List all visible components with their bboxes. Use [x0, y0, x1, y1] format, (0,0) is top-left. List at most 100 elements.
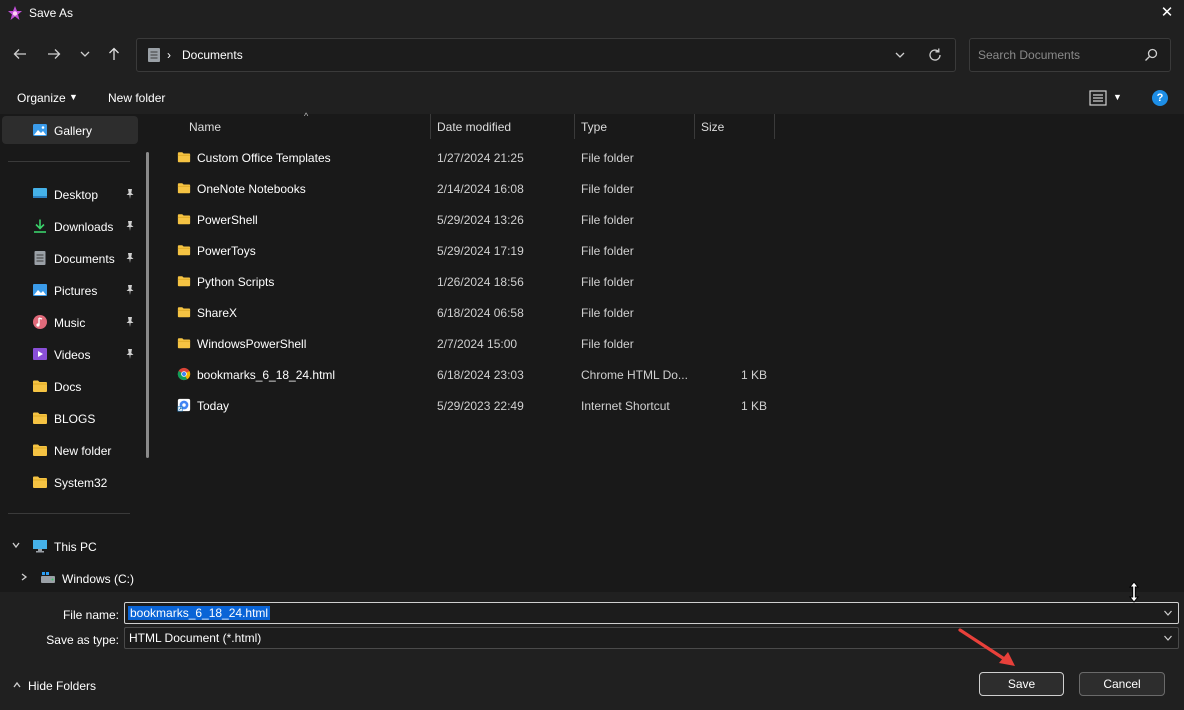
pin-icon[interactable] [124, 316, 136, 328]
sidebar-item-label: Videos [54, 348, 91, 362]
sidebar-item-windows-c[interactable]: Windows (C:) [0, 564, 150, 592]
file-type: File folder [581, 213, 634, 227]
downloads-icon [34, 219, 46, 233]
expand-chevron-icon[interactable] [19, 572, 29, 585]
pin-icon[interactable] [124, 252, 136, 264]
address-history-chevron-icon[interactable] [892, 47, 908, 63]
window-title: Save As [29, 6, 74, 20]
sidebar-item-this-pc[interactable]: This PC [0, 532, 150, 560]
file-name-field[interactable]: bookmarks_6_18_24.html [124, 602, 1179, 624]
column-divider[interactable] [774, 114, 775, 139]
save-type-value: HTML Document (*.html) [129, 631, 262, 645]
file-row[interactable]: bookmarks_6_18_24.html 6/18/2024 23:03 Chr… [158, 360, 778, 391]
column-header-size[interactable]: Size [695, 114, 774, 140]
file-row[interactable]: ShareX 6/18/2024 06:58 File folder [158, 298, 778, 329]
column-label: Name [189, 120, 222, 134]
hide-folders-button[interactable]: Hide Folders [12, 679, 96, 693]
drive-icon [41, 572, 55, 583]
sidebar-item-documents[interactable]: Documents [0, 244, 150, 272]
column-header-date[interactable]: Date modified [431, 114, 574, 140]
search-input[interactable]: Search Documents [969, 38, 1171, 72]
sidebar-item-system32[interactable]: System32 [0, 468, 150, 496]
app-icon [8, 6, 22, 20]
sidebar-item-desktop[interactable]: Desktop [0, 180, 150, 208]
file-type: Chrome HTML Do... [581, 368, 688, 382]
sidebar-item-label: Gallery [54, 124, 93, 138]
back-button[interactable] [8, 42, 32, 66]
file-row[interactable]: WindowsPowerShell 2/7/2024 15:00 File fold… [158, 329, 778, 360]
file-type: File folder [581, 275, 634, 289]
sidebar-item-label: Pictures [54, 284, 98, 298]
search-icon [1145, 48, 1158, 61]
document-icon [148, 48, 160, 62]
chevron-down-icon[interactable] [1163, 608, 1173, 618]
folder-icon [177, 307, 191, 318]
divider [8, 161, 130, 162]
file-type: File folder [581, 337, 634, 351]
file-name: PowerShell [197, 213, 258, 227]
arrow-up-icon [109, 47, 119, 60]
expand-chevron-icon[interactable] [11, 540, 21, 553]
file-row[interactable]: Custom Office Templates 1/27/2024 21:25 Fi… [158, 143, 778, 174]
sidebar-item-label: Downloads [54, 220, 114, 234]
file-row[interactable]: Python Scripts 1/26/2024 18:56 File folder [158, 267, 778, 298]
divider [8, 513, 130, 514]
sidebar-item-label: This PC [54, 540, 97, 554]
sidebar-item-pictures[interactable]: Pictures [0, 276, 150, 304]
chevron-down-icon [80, 51, 90, 57]
breadcrumb-separator: › [167, 48, 171, 62]
sidebar-item-blogs[interactable]: BLOGS [0, 404, 150, 432]
cancel-button[interactable]: Cancel [1079, 672, 1165, 696]
sidebar-item-downloads[interactable]: Downloads [0, 212, 150, 240]
pin-icon[interactable] [124, 188, 136, 200]
search-placeholder: Search Documents [978, 48, 1081, 62]
sidebar-item-music[interactable]: Music [0, 308, 150, 336]
sidebar-item-label: Documents [54, 252, 115, 266]
breadcrumb-documents[interactable]: Documents [182, 48, 243, 62]
this-pc-icon [33, 540, 47, 553]
file-name-label: File name: [62, 608, 119, 622]
file-date: 5/29/2023 22:49 [437, 399, 524, 413]
forward-button[interactable] [42, 42, 66, 66]
pin-icon[interactable] [124, 220, 136, 232]
file-list: ^ Name Date modified Type Size Custom Of… [158, 111, 1184, 592]
help-icon[interactable]: ? [1152, 90, 1168, 106]
file-type: File folder [581, 151, 634, 165]
folder-icon [33, 380, 47, 392]
command-bar: Organize ▼ New folder ▼ ? [0, 84, 1184, 114]
file-row[interactable]: PowerShell 5/29/2024 13:26 File folder [158, 205, 778, 236]
pin-icon[interactable] [124, 348, 136, 360]
sidebar-item-gallery[interactable]: Gallery [2, 116, 138, 144]
refresh-icon[interactable] [927, 47, 943, 63]
file-name: WindowsPowerShell [197, 337, 307, 351]
chevron-down-icon[interactable] [1163, 633, 1173, 643]
column-header-name[interactable]: ^ Name [158, 111, 430, 140]
sidebar-scrollbar[interactable] [146, 152, 149, 458]
sidebar-item-videos[interactable]: Videos [0, 340, 150, 368]
file-name-value[interactable]: bookmarks_6_18_24.html [128, 606, 271, 620]
file-name: ShareX [197, 306, 238, 320]
up-button[interactable] [102, 42, 126, 66]
file-row[interactable]: OneNote Notebooks 2/14/2024 16:08 File fol… [158, 174, 778, 205]
column-header-type[interactable]: Type [575, 114, 694, 140]
close-button[interactable]: ✕ [1158, 4, 1176, 22]
organize-button[interactable]: Organize [17, 91, 66, 105]
folder-icon [177, 276, 191, 287]
view-options-icon[interactable] [1089, 90, 1107, 106]
folder-icon [177, 183, 191, 194]
file-row[interactable]: Today 5/29/2023 22:49 Internet Shortcut 1 K… [158, 391, 778, 422]
save-button[interactable]: Save [979, 672, 1064, 696]
file-date: 1/26/2024 18:56 [437, 275, 524, 289]
sidebar-item-new-folder[interactable]: New folder [0, 436, 150, 464]
hide-folders-label: Hide Folders [28, 679, 97, 693]
file-date: 1/27/2024 21:25 [437, 151, 524, 165]
new-folder-button[interactable]: New folder [108, 91, 165, 105]
sidebar-item-docs[interactable]: Docs [0, 372, 150, 400]
pin-icon[interactable] [124, 284, 136, 296]
folder-icon [33, 444, 47, 456]
caret-down-icon[interactable]: ▼ [1113, 92, 1122, 102]
folder-icon [177, 214, 191, 225]
address-bar[interactable]: › Documents [136, 38, 956, 72]
recent-locations-button[interactable] [73, 42, 97, 66]
file-row[interactable]: PowerToys 5/29/2024 17:19 File folder [158, 236, 778, 267]
